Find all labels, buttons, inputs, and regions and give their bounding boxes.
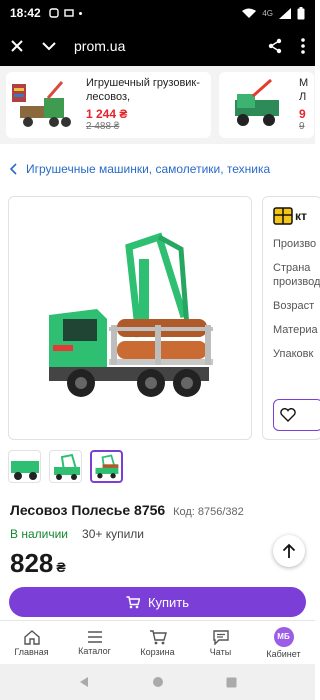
dot-icon (78, 11, 82, 15)
battery-icon (297, 6, 305, 19)
ad-price: 1 244 ₴ (86, 107, 128, 121)
nav-label: Каталог (78, 645, 111, 656)
ad-card[interactable]: М Л 9 9 (219, 72, 314, 138)
ad-price: 9 (299, 107, 306, 121)
nav-item-catalog[interactable]: Каталог (63, 621, 126, 664)
browser-bar: prom.ua (0, 26, 315, 66)
more-vertical-icon[interactable] (301, 38, 305, 54)
characteristic-label: Страна производ (273, 262, 320, 288)
gift-box-icon (273, 207, 293, 225)
price-value: 828 (10, 548, 54, 578)
product-image[interactable] (9, 197, 251, 439)
nav-label: Корзина (140, 646, 175, 657)
status-bar: 18:42 4G (0, 0, 315, 26)
thumbnail-selected[interactable] (90, 450, 123, 483)
nav-label: Главная (14, 646, 49, 657)
thumbnail-image (54, 453, 80, 480)
message-icon (64, 9, 74, 17)
recommended-ads-strip[interactable]: Игрушечный грузовик-лесовоз, 1 244 ₴ 2 4… (0, 66, 315, 144)
ad-title[interactable]: М Л (299, 76, 310, 104)
home-icon (23, 629, 40, 645)
nav-item-account[interactable]: МБ Кабинет (252, 621, 315, 664)
bottom-navigation: Главная Каталог Корзина Чаты МБ Кабинет (0, 620, 315, 664)
characteristic-label: Материа (273, 324, 318, 336)
favorite-button[interactable] (273, 399, 320, 431)
thumbnail-image (95, 454, 119, 479)
seller-logo[interactable]: кт (273, 205, 311, 227)
close-icon[interactable] (10, 39, 24, 53)
status-time: 18:42 (10, 6, 41, 20)
buy-button[interactable]: Купить (9, 587, 306, 617)
breadcrumb-link[interactable]: Игрушечные машинки, самолетики, техника (26, 162, 270, 176)
thumbnail[interactable] (49, 450, 82, 483)
product-code: Код: 8756/382 (173, 506, 244, 518)
scroll-to-top-button[interactable] (273, 535, 305, 567)
nav-item-home[interactable]: Главная (0, 621, 63, 664)
chat-icon (212, 629, 229, 645)
share-icon[interactable] (267, 38, 283, 54)
signal-icon (279, 7, 291, 19)
chevron-left-icon[interactable] (10, 163, 18, 175)
cart-icon (126, 595, 140, 608)
availability-row: В наличии 30+ купили (10, 527, 144, 541)
availability-status: В наличии (10, 527, 69, 541)
home-button-icon[interactable] (152, 676, 164, 688)
product-name: Лесовоз Полесье 8756 (10, 502, 166, 518)
ad-old-price: 9 (299, 121, 305, 132)
nav-label: Кабинет (266, 648, 301, 659)
seller-info-panel[interactable]: кт Произво Страна производ Возраст Матер… (262, 196, 320, 440)
characteristic-label: Произво (273, 238, 317, 250)
ad-product-image (12, 81, 71, 127)
thumbnail-strip[interactable] (8, 450, 123, 483)
thumbnail-image (11, 461, 39, 480)
chevron-down-icon[interactable] (42, 41, 56, 51)
recents-icon[interactable] (226, 677, 237, 688)
heart-icon (280, 408, 296, 422)
ad-card[interactable]: Игрушечный грузовик-лесовоз, 1 244 ₴ 2 4… (6, 72, 211, 138)
thumbnail[interactable] (8, 450, 41, 483)
product-image-gallery[interactable] (8, 196, 252, 440)
product-title: Лесовоз Полесье 8756 Код: 8756/382 (10, 502, 244, 518)
url-text[interactable]: prom.ua (74, 38, 125, 54)
product-price: 828 ₴ (10, 548, 66, 579)
characteristic-label: Упаковк (273, 348, 314, 360)
ad-product-image (235, 78, 279, 126)
wifi-icon (242, 8, 257, 18)
back-icon[interactable] (78, 676, 90, 688)
characteristic-label: Возраст (273, 300, 315, 312)
nav-item-chats[interactable]: Чаты (189, 621, 252, 664)
network-type: 4G (262, 8, 273, 18)
menu-icon (87, 630, 102, 643)
arrow-up-icon (282, 543, 296, 558)
breadcrumb[interactable]: Игрушечные машинки, самолетики, техника (10, 162, 270, 176)
nav-label: Чаты (209, 646, 232, 657)
cart-icon (149, 629, 167, 644)
nav-item-cart[interactable]: Корзина (126, 621, 189, 664)
seller-logo-text: кт (295, 209, 307, 223)
status-notification-icons (49, 8, 82, 18)
purchase-count: 30+ купили (82, 527, 144, 541)
avatar: МБ (273, 626, 294, 647)
price-currency: ₴ (56, 559, 66, 575)
system-navigation-bar (0, 664, 315, 700)
ad-old-price: 2 488 ₴ (86, 121, 120, 132)
buy-button-label: Купить (147, 594, 190, 610)
notification-icon (49, 8, 59, 18)
ad-title[interactable]: Игрушечный грузовик-лесовоз, (86, 76, 207, 104)
